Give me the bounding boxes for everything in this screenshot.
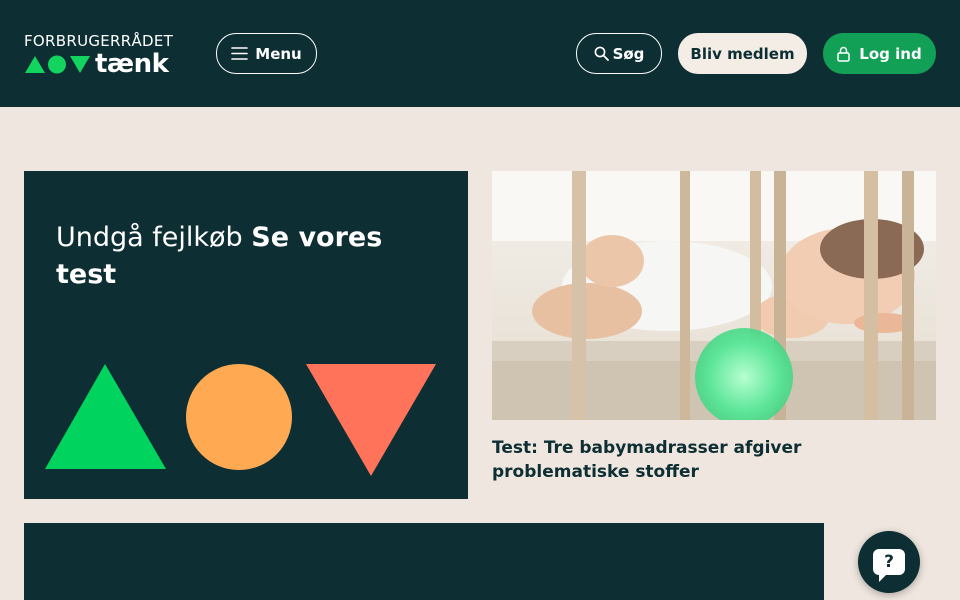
search-button[interactable]: Søg	[576, 33, 662, 74]
test-promo-card[interactable]: Undgå fejlkøb Se vores test	[24, 171, 468, 499]
help-glyph: ?	[884, 552, 894, 572]
site-header: FORBRUGERRÅDET tænk Menu Søg Bliv medlem	[0, 0, 960, 107]
logo[interactable]: FORBRUGERRÅDET tænk	[24, 33, 186, 77]
logo-word: tænk	[95, 49, 169, 79]
login-label: Log ind	[859, 44, 922, 63]
circle-shape	[186, 364, 292, 470]
article-title-link[interactable]: Test: Tre babymadrasser afgiver problema…	[492, 436, 936, 484]
triangle-shape	[45, 364, 166, 469]
menu-label: Menu	[255, 44, 302, 63]
join-button[interactable]: Bliv medlem	[678, 33, 807, 74]
inverted-triangle-shape	[306, 364, 436, 476]
help-button[interactable]: ?	[858, 531, 920, 593]
lock-icon	[837, 46, 851, 62]
menu-icon	[231, 46, 249, 61]
join-label: Bliv medlem	[690, 44, 795, 63]
article-image[interactable]	[492, 171, 936, 420]
search-icon	[594, 46, 609, 61]
logo-shapes-icon	[25, 55, 90, 74]
logo-top-text: FORBRUGERRÅDET	[24, 32, 174, 50]
promo-shapes-illustration	[45, 364, 436, 476]
search-label: Søg	[612, 44, 645, 63]
baby-crib-photo	[492, 171, 936, 420]
help-icon: ?	[873, 549, 905, 582]
logo-shapes	[24, 54, 92, 74]
promo-title-light: Undgå fejlkøb	[56, 222, 243, 253]
logo-row: tænk	[24, 49, 186, 79]
menu-button[interactable]: Menu	[216, 33, 317, 74]
login-button[interactable]: Log ind	[823, 33, 936, 74]
next-content-card	[24, 523, 824, 600]
promo-title: Undgå fejlkøb Se vores test	[56, 219, 416, 293]
